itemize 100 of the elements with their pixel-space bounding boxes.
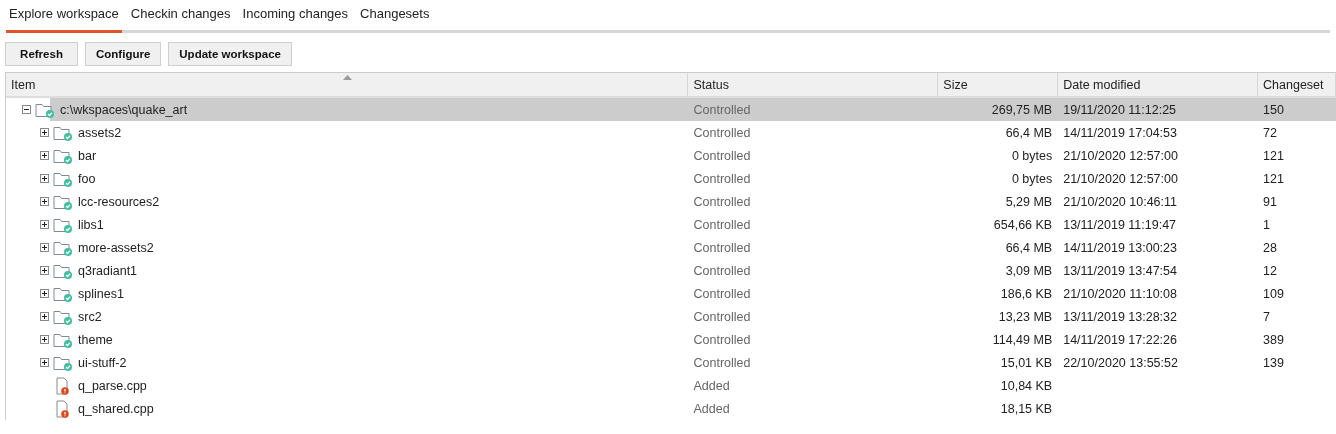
expand-toggle-icon[interactable] [40,289,49,298]
changeset-text: 109 [1263,286,1284,301]
status-text: Controlled [693,263,751,278]
item-name: q3radiant1 [78,263,138,278]
item-name: q_parse.cpp [78,378,147,393]
column-header[interactable]: Status [688,73,939,96]
size-text: 114,49 MB [992,332,1053,347]
size-text: 66,4 MB [1005,240,1053,255]
folder-check-icon [53,147,73,164]
date-text: 21/10/2020 10:46:11 [1063,194,1177,209]
date-text: 22/10/2020 13:55:52 [1063,355,1178,370]
item-name: splines1 [78,286,124,301]
tab[interactable]: Explore workspace [6,0,122,33]
date-text: 14/11/2019 17:04:53 [1063,125,1177,140]
expand-toggle-icon[interactable] [40,335,49,344]
changeset-text: 389 [1263,332,1284,347]
changeset-text: 139 [1263,355,1284,370]
folder-check-icon [53,170,73,187]
changeset-text: 7 [1263,309,1270,324]
item-name: libs1 [78,217,104,232]
changeset-text: 1 [1263,217,1270,232]
status-text: Controlled [693,332,751,347]
item-name: theme [78,332,113,347]
size-text: 15,01 KB [1000,355,1053,370]
status-text: Controlled [693,194,751,209]
size-text: 3,09 MB [1005,263,1053,278]
folder-check-icon [53,239,73,256]
sort-arrow-icon [342,75,352,80]
status-text: Controlled [693,355,751,370]
date-text: 14/11/2019 17:22:26 [1063,332,1177,347]
toolbar-button[interactable]: Update workspace [168,42,292,66]
date-text: 21/10/2020 12:57:00 [1063,171,1178,186]
status-text: Controlled [693,286,751,301]
size-text: 10,84 KB [1000,378,1053,393]
size-text: 0 bytes [1011,171,1053,186]
date-text: 13/11/2019 13:28:32 [1063,309,1177,324]
item-name: assets2 [78,125,122,140]
expand-toggle-icon[interactable] [40,174,49,183]
folder-check-icon [53,308,73,325]
status-text: Added [693,401,730,416]
item-name: bar [78,148,97,163]
changeset-text: 28 [1263,240,1277,255]
tab[interactable]: Checkin changes [127,0,234,33]
folder-check-icon [53,331,73,348]
toolbar-button[interactable]: Configure [85,42,162,66]
date-text: 14/11/2019 13:00:23 [1063,240,1177,255]
size-text: 66,4 MB [1005,125,1053,140]
size-text: 13,23 MB [998,309,1053,324]
date-text: 13/11/2019 13:47:54 [1063,263,1177,278]
column-header[interactable]: Changeset [1258,73,1336,96]
expand-toggle-icon[interactable] [40,220,49,229]
item-name: lcc-resources2 [78,194,160,209]
folder-check-icon [53,262,73,279]
status-text: Controlled [693,171,751,186]
status-text: Controlled [693,217,751,232]
expand-toggle-icon[interactable] [40,243,49,252]
date-text: 19/11/2020 11:12:25 [1063,102,1177,117]
date-text: 13/11/2019 11:19:47 [1063,217,1177,232]
folder-check-icon [53,216,73,233]
size-text: 18,15 KB [1000,401,1053,416]
item-name: src2 [78,309,102,324]
status-text: Controlled [693,125,751,140]
status-text: Controlled [693,102,751,117]
column-header[interactable]: Item [6,73,689,96]
folder-check-icon [53,193,73,210]
changeset-text: 72 [1263,125,1277,140]
size-text: 0 bytes [1011,148,1053,163]
expand-toggle-icon[interactable] [40,358,49,367]
changeset-text: 91 [1263,194,1277,209]
changeset-text: 121 [1263,171,1284,186]
size-text: 654,66 KB [993,217,1053,232]
status-text: Added [693,378,730,393]
size-text: 5,29 MB [1005,194,1053,209]
item-name: c:\wkspaces\quake_art [60,102,188,117]
tab[interactable]: Changesets [357,0,433,33]
size-text: 269,75 MB [991,102,1053,117]
expand-toggle-icon[interactable] [40,128,49,137]
column-header[interactable]: Size [938,73,1059,96]
changeset-text: 121 [1263,148,1284,163]
folder-check-icon [35,101,55,118]
item-name: q_shared.cpp [78,401,154,416]
folder-check-icon [53,124,73,141]
expand-toggle-icon[interactable] [40,197,49,206]
item-name: ui-stuff-2 [78,355,127,370]
changeset-text: 150 [1263,102,1284,117]
status-text: Controlled [693,309,751,324]
status-text: Controlled [693,148,751,163]
toolbar-button[interactable]: Refresh [5,42,78,66]
expand-toggle-icon[interactable] [22,105,31,114]
expand-toggle-icon[interactable] [40,312,49,321]
expand-toggle-icon[interactable] [40,151,49,160]
changeset-text: 12 [1263,263,1277,278]
item-name: more-assets2 [78,240,154,255]
expand-toggle-icon[interactable] [40,266,49,275]
folder-check-icon [53,285,73,302]
status-text: Controlled [693,240,751,255]
tab[interactable]: Incoming changes [239,0,352,33]
column-header[interactable]: Date modified [1058,73,1259,96]
date-text: 21/10/2020 12:57:00 [1063,148,1178,163]
folder-check-icon [53,354,73,371]
